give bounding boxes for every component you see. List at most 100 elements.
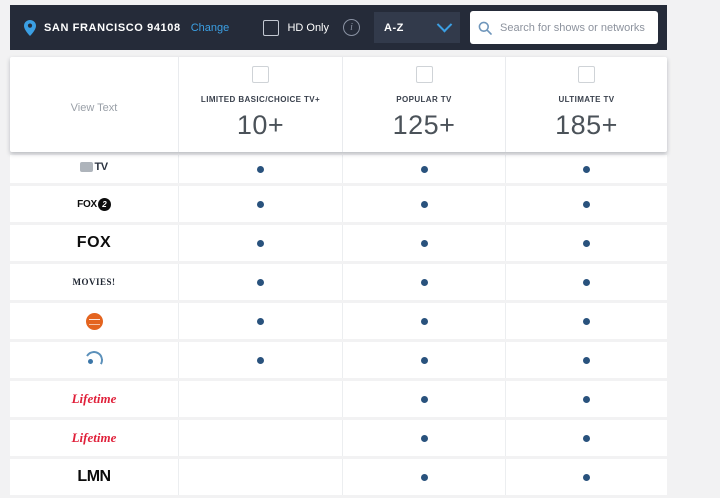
channel-row: FOX 2 <box>10 186 667 222</box>
package-cell-ultimate-tv <box>505 225 667 261</box>
channel-row <box>10 303 667 339</box>
package-checkbox[interactable] <box>252 66 269 83</box>
included-dot <box>420 278 428 286</box>
filter-toolbar: SAN FRANCISCO 94108 Change HD Only i A-Z <box>10 5 667 50</box>
included-dot <box>583 434 590 442</box>
included-dot <box>257 278 264 286</box>
channel-cell: MOVIES! <box>10 264 178 300</box>
package-cell-popular-tv <box>342 303 505 339</box>
channel-row: FOX <box>10 225 667 261</box>
channel-logo <box>85 351 103 369</box>
channel-cell: Lifetime <box>10 420 178 456</box>
search-input[interactable] <box>498 20 650 35</box>
package-header-card: View Text LIMITED BASIC/CHOICE TV+ 10+ P… <box>10 57 667 152</box>
package-cell-limited-basic <box>178 225 342 261</box>
channel-cell: FOX <box>10 225 178 261</box>
hd-only-label: HD Only <box>287 21 329 34</box>
location-pin-icon <box>24 19 36 36</box>
sort-dropdown[interactable]: A-Z <box>374 12 460 43</box>
view-text-link[interactable]: View Text <box>71 102 118 114</box>
included-dot <box>583 473 590 481</box>
channel-logo: MOVIES! <box>72 277 116 287</box>
package-name: POPULAR TV <box>396 95 452 104</box>
package-cell-limited-basic <box>178 264 342 300</box>
package-cell-popular-tv <box>342 459 505 495</box>
channel-logo: FOX <box>76 234 112 251</box>
channel-cell <box>10 342 178 378</box>
channel-row: Lifetime <box>10 420 667 456</box>
location-group: SAN FRANCISCO 94108 Change <box>24 19 253 36</box>
package-cell-popular-tv <box>342 186 505 222</box>
package-cell-ultimate-tv <box>505 342 667 378</box>
package-cell-popular-tv <box>342 420 505 456</box>
channel-cell: FOX 2 <box>10 186 178 222</box>
search-box <box>470 11 658 44</box>
chevron-down-icon <box>436 16 453 33</box>
channel-row: TV <box>10 155 667 183</box>
channel-logo: LMN <box>77 468 111 485</box>
package-cell-ultimate-tv <box>505 264 667 300</box>
included-dot <box>583 278 590 286</box>
included-dot <box>583 356 590 364</box>
channel-logo <box>85 312 103 330</box>
channel-logo-badge: 2 <box>97 197 111 211</box>
package-cell-popular-tv <box>342 155 505 183</box>
included-dot <box>420 395 428 403</box>
package-cell-limited-basic <box>178 342 342 378</box>
package-checkbox[interactable] <box>578 66 595 83</box>
included-dot <box>257 200 264 208</box>
package-cell-limited-basic <box>178 186 342 222</box>
included-dot <box>420 239 428 247</box>
package-cell-limited-basic <box>178 303 342 339</box>
hd-only-group: HD Only <box>263 19 329 36</box>
package-cell-ultimate-tv <box>505 303 667 339</box>
package-cell-popular-tv <box>342 342 505 378</box>
package-column-limited-basic: LIMITED BASIC/CHOICE TV+ 10+ <box>178 57 342 152</box>
hd-only-checkbox[interactable] <box>263 19 280 36</box>
package-cell-limited-basic <box>178 459 342 495</box>
search-icon <box>478 21 492 35</box>
package-checkbox[interactable] <box>415 66 433 83</box>
channel-logo: Lifetime <box>71 430 117 445</box>
package-cell-limited-basic <box>178 155 342 183</box>
package-channel-count: 185+ <box>555 110 618 140</box>
package-name: LIMITED BASIC/CHOICE TV+ <box>200 95 321 104</box>
package-cell-ultimate-tv <box>505 459 667 495</box>
info-icon[interactable]: i <box>343 19 360 36</box>
package-cell-ultimate-tv <box>505 420 667 456</box>
change-location-link[interactable]: Change <box>191 22 230 34</box>
sort-dropdown-value: A-Z <box>384 21 404 34</box>
channel-rows: TV FOX 2 FOX MOVIES! Lifetime Lifetime L… <box>10 155 667 498</box>
package-column-ultimate-tv: ULTIMATE TV 185+ <box>505 57 667 152</box>
included-dot <box>583 239 590 247</box>
included-dot <box>583 200 590 208</box>
channel-row <box>10 342 667 378</box>
included-dot <box>420 356 428 364</box>
channel-row: LMN <box>10 459 667 495</box>
view-text-cell: View Text <box>10 57 178 152</box>
included-dot <box>257 165 264 173</box>
package-cell-popular-tv <box>342 381 505 417</box>
included-dot <box>257 239 264 247</box>
channel-cell <box>10 303 178 339</box>
included-dot <box>257 317 264 325</box>
channel-cell: TV <box>10 155 178 181</box>
channel-logo: Lifetime <box>71 391 117 406</box>
included-dot <box>583 395 590 403</box>
included-dot <box>420 165 428 173</box>
channel-logo: TV <box>80 161 108 173</box>
package-channel-count: 125+ <box>392 110 456 140</box>
included-dot <box>257 356 264 364</box>
package-channel-count: 10+ <box>236 110 285 140</box>
package-name: ULTIMATE TV <box>558 95 615 104</box>
package-cell-popular-tv <box>342 264 505 300</box>
package-column-popular-tv: POPULAR TV 125+ <box>342 57 505 152</box>
included-dot <box>583 317 590 325</box>
package-cell-popular-tv <box>342 225 505 261</box>
included-dot <box>420 434 428 442</box>
channel-cell: Lifetime <box>10 381 178 417</box>
included-dot <box>420 200 428 208</box>
package-cell-ultimate-tv <box>505 186 667 222</box>
package-cell-ultimate-tv <box>505 381 667 417</box>
location-text: SAN FRANCISCO 94108 <box>44 21 181 34</box>
